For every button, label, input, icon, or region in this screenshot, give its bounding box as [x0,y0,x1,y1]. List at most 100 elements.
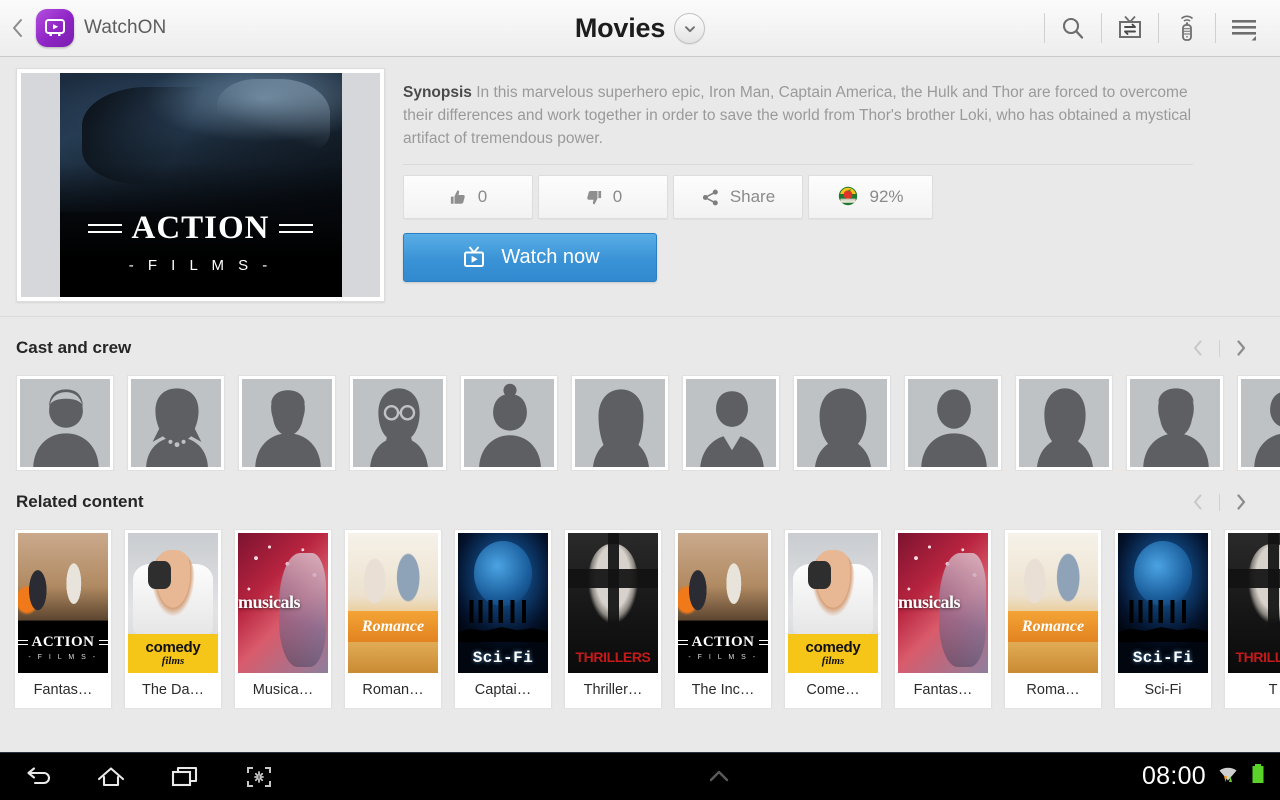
like-count: 0 [477,187,488,206]
movie-detail-section: ACTION - F I L M S - Synopsis In this ma… [0,57,1280,302]
related-content-label: Fantas… [33,682,93,698]
tv-switch-icon[interactable] [1102,0,1158,57]
cast-member-card[interactable] [349,375,447,471]
rule-right [98,639,108,645]
watchon-app-icon[interactable] [36,9,74,47]
poster-moon [1134,541,1192,606]
poster-art-romance: Romance [348,533,438,673]
related-content-card[interactable]: ACTION - F I L M S - The Inc… [674,529,772,709]
chevron-up-icon[interactable] [296,766,1142,788]
poster-title-text: comedy [145,638,201,656]
cast-next-button[interactable] [1220,331,1262,365]
related-content-card[interactable]: THRILLERS Thriller… [564,529,662,709]
cast-member-card[interactable] [1237,375,1280,471]
cast-avatar-partial-edge [1241,379,1280,467]
status-tray: 08:00 [1142,761,1280,792]
poster-moon [474,541,532,606]
poster-inner: ACTION - F I L M S - [21,73,380,297]
related-content-card[interactable]: Sci-Fi Captai… [454,529,552,709]
poster-art-musicals: musicals [238,533,328,673]
related-content-card[interactable]: Romance Roman… [344,529,442,709]
related-content-card[interactable]: comedy films The Da… [124,529,222,709]
recent-apps-icon[interactable] [148,753,222,800]
share-button[interactable]: Share [673,175,803,219]
cast-avatar-male-beard [242,379,332,467]
cast-prev-button[interactable] [1177,331,1219,365]
poster-title-row: ACTION [88,212,313,245]
rating-score-value: 92% [869,187,904,206]
related-content-card[interactable]: ACTION - F I L M S - Fantas… [14,529,112,709]
poster-title-row: ACTION [18,634,108,651]
related-content-label: Captai… [474,682,532,698]
poster-rule-right [278,224,313,234]
poster-title-text: Romance [361,617,425,635]
menu-icon[interactable] [1216,0,1272,57]
poster-art-comedy: comedy films [788,533,878,673]
cast-avatar-male-plain [908,379,998,467]
related-content-label: Fantas… [913,682,973,698]
cast-member-card[interactable] [460,375,558,471]
content-area: ACTION - F I L M S - Synopsis In this ma… [0,57,1280,752]
related-list[interactable]: ACTION - F I L M S - Fantas… comedy films The… [0,529,1280,709]
cast-avatar-female-glasses [353,379,443,467]
related-content-card[interactable]: musicals Musica… [234,529,332,709]
back-chevron-icon[interactable] [10,15,26,41]
related-next-button[interactable] [1220,485,1262,519]
related-content-card[interactable]: Romance Roma… [1004,529,1102,709]
related-content-card[interactable]: Sci-Fi Sci-Fi [1114,529,1212,709]
related-section-title: Related content [16,492,144,511]
related-prev-button[interactable] [1177,485,1219,519]
cast-member-card[interactable] [1126,375,1224,471]
poster-artwork: ACTION - F I L M S - [59,73,342,297]
chevron-down-icon[interactable] [674,13,706,44]
cast-member-card[interactable] [571,375,669,471]
page-title: Movies [574,13,666,43]
rule-right [758,639,768,645]
cast-member-card[interactable] [793,375,891,471]
home-icon[interactable] [74,753,148,800]
remote-control-icon[interactable] [1159,0,1215,57]
cast-member-card[interactable] [127,375,225,471]
related-section-header: Related content [0,471,1280,529]
dislike-button[interactable]: 0 [538,175,668,219]
tomato-rating-icon [839,186,858,206]
cast-avatar-male-short-hair [20,379,110,467]
synopsis-label: Synopsis [403,84,472,101]
related-content-card[interactable]: musicals Fantas… [894,529,992,709]
search-icon[interactable] [1045,0,1101,57]
app-name-label: WatchON [84,17,167,38]
cast-member-card[interactable] [16,375,114,471]
related-content-card[interactable]: comedy films Come… [784,529,882,709]
watch-now-button[interactable]: Watch now [403,233,657,282]
poster-band: ACTION - F I L M S - [678,621,768,673]
cast-member-card[interactable] [904,375,1002,471]
poster-art-scifi: Sci-Fi [1118,533,1208,673]
like-button[interactable]: 0 [403,175,533,219]
poster-mask [807,561,832,589]
share-label: Share [729,187,776,206]
screen-capture-icon[interactable] [222,753,296,800]
battery-icon[interactable] [1250,761,1266,792]
cast-member-card[interactable] [682,375,780,471]
cast-avatar-male-bun [464,379,554,467]
related-content-label: Roman… [362,682,424,698]
thumbs-up-icon [450,189,465,204]
movie-poster[interactable]: ACTION - F I L M S - [16,68,385,302]
related-content-label: Roma… [1026,682,1080,698]
related-content-label: Musica… [252,682,314,698]
rating-score-button[interactable]: 92% [808,175,933,219]
poster-art-comedy: comedy films [128,533,218,673]
cast-member-card[interactable] [238,375,336,471]
cast-list[interactable] [0,375,1280,471]
back-arrow-icon[interactable] [0,753,74,800]
wifi-icon[interactable] [1215,761,1241,792]
poster-band: ACTION - F I L M S - [18,621,108,673]
cast-member-card[interactable] [1015,375,1113,471]
related-content-label: Sci-Fi [1144,682,1182,698]
clock[interactable]: 08:00 [1142,762,1206,791]
poster-title-text: comedy [805,638,861,656]
related-content-card[interactable]: THRILLERS T [1224,529,1280,709]
dislike-count: 0 [612,187,623,206]
poster-art-romance: Romance [1008,533,1098,673]
poster-title-wrap: ACTION - F I L M S - [60,189,342,297]
